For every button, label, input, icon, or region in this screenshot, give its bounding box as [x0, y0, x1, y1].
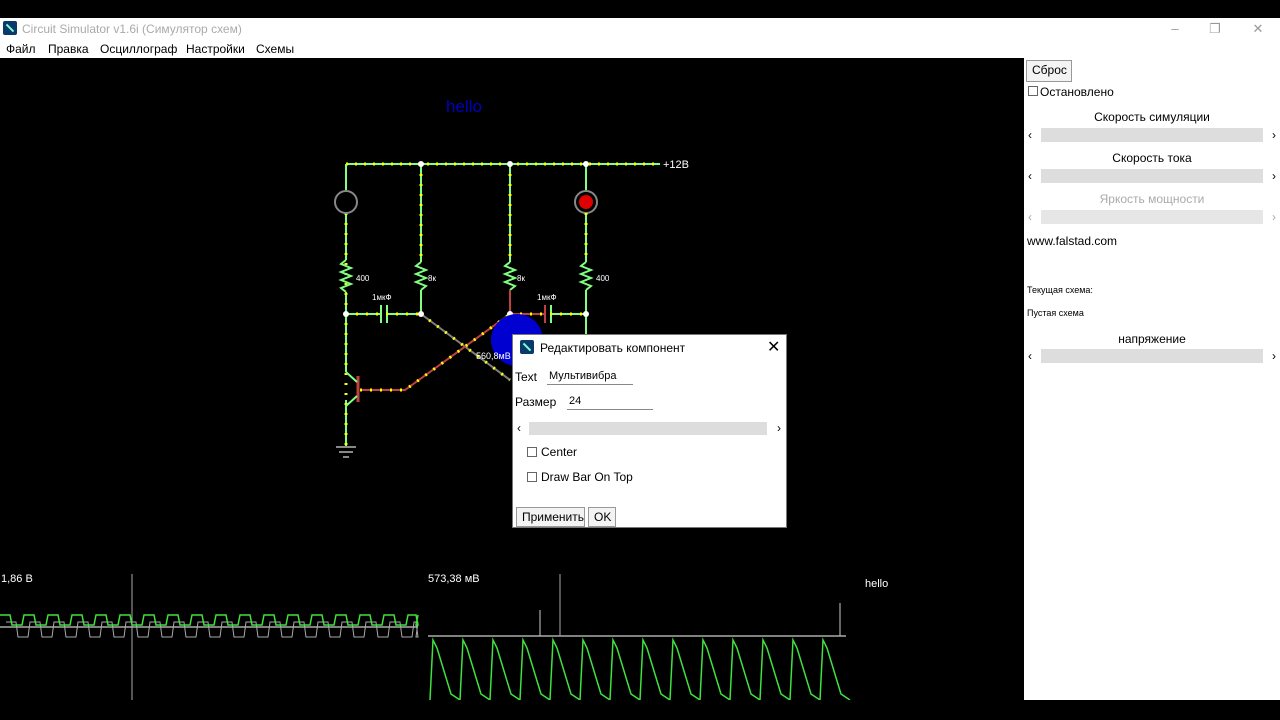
draw-bar-on-top-checkbox[interactable]	[527, 472, 537, 482]
power-brightness-label: Яркость мощности	[1099, 192, 1205, 206]
voltage-slider[interactable]: ‹ ›	[1028, 349, 1276, 363]
size-field-label: Размер	[515, 395, 557, 409]
chevron-right-icon[interactable]: ›	[1272, 169, 1276, 183]
chevron-left-icon: ‹	[1028, 210, 1032, 224]
lamp-left[interactable]	[334, 190, 358, 214]
resistor-label-3: 8к	[517, 274, 525, 283]
resistor-8k-left[interactable]	[413, 261, 429, 291]
resistor-400-right[interactable]	[578, 261, 594, 291]
cap-label-2: 1мкФ	[537, 293, 557, 302]
menu-edit[interactable]: Правка	[48, 42, 89, 56]
ground-symbol[interactable]	[336, 446, 356, 458]
resistor-label-1: 400	[356, 274, 370, 283]
ok-button[interactable]: OK	[588, 507, 616, 527]
hover-voltage: 560,8мВ	[476, 351, 511, 361]
current-speed-slider[interactable]: ‹ ›	[1028, 169, 1276, 183]
title-bar: Circuit Simulator v1.6i (Симулятор схем)…	[0, 18, 1280, 40]
restore-icon[interactable]: ❐	[1195, 19, 1235, 39]
scope-left-value: 1,86 В	[1, 573, 33, 585]
center-checkbox[interactable]	[527, 447, 537, 457]
center-label: Center	[541, 445, 578, 459]
stopped-label: Остановлено	[1040, 85, 1114, 99]
sim-speed-label: Скорость симуляции	[1094, 110, 1210, 124]
menu-circuits[interactable]: Схемы	[256, 42, 294, 56]
scope-right[interactable]	[428, 574, 851, 700]
scope-left[interactable]	[0, 574, 419, 700]
dialog-title: Редактировать компонент	[540, 341, 686, 355]
resistor-label-4: 400	[596, 274, 610, 283]
chevron-right-icon: ›	[1272, 210, 1276, 224]
current-speed-label: Скорость тока	[1112, 151, 1192, 165]
app-icon	[520, 340, 534, 354]
voltage-label: напряжение	[1118, 332, 1186, 346]
scope-text-label: hello	[865, 578, 888, 590]
transistor-left[interactable]	[345, 371, 360, 407]
chevron-right-icon[interactable]: ›	[1272, 349, 1276, 363]
resistor-label-2: 8к	[428, 274, 436, 283]
window-title: Circuit Simulator v1.6i (Симулятор схем)	[22, 22, 242, 36]
draw-bar-on-top-label: Draw Bar On Top	[541, 470, 633, 484]
size-slider[interactable]: ‹ ›	[515, 421, 785, 435]
apply-button[interactable]: Применить	[516, 507, 585, 527]
close-icon[interactable]: ✕	[1238, 19, 1278, 39]
text-input[interactable]	[547, 367, 633, 385]
chevron-left-icon[interactable]: ‹	[517, 421, 521, 435]
scope-right-value: 573,38 мВ	[428, 573, 480, 585]
canvas-hello-text[interactable]: hello	[446, 97, 482, 116]
chevron-left-icon[interactable]: ‹	[1028, 349, 1032, 363]
stopped-checkbox[interactable]	[1028, 86, 1038, 96]
chevron-left-icon[interactable]: ‹	[1028, 128, 1032, 142]
menu-bar: Файл Правка Осциллограф Настройки Схемы	[0, 40, 1280, 58]
cap-label-1: 1мкФ	[372, 293, 392, 302]
menu-options[interactable]: Настройки	[186, 42, 245, 56]
current-circuit-label: Текущая схема:	[1027, 285, 1093, 295]
minimize-icon[interactable]: –	[1155, 19, 1195, 39]
menu-file[interactable]: Файл	[6, 42, 36, 56]
current-circuit-value: Пустая схема	[1027, 308, 1084, 318]
chevron-right-icon[interactable]: ›	[1272, 128, 1276, 142]
close-icon[interactable]: ✕	[767, 337, 780, 357]
sim-speed-slider[interactable]: ‹ ›	[1028, 128, 1276, 142]
site-link[interactable]: www.falstad.com	[1027, 234, 1117, 248]
text-field-label: Text	[515, 370, 538, 384]
resistor-8k-right[interactable]	[502, 261, 518, 291]
app-icon	[3, 21, 17, 35]
supply-label: +12В	[663, 159, 689, 171]
menu-scope[interactable]: Осциллограф	[100, 42, 177, 56]
chevron-right-icon[interactable]: ›	[777, 421, 781, 435]
chevron-left-icon[interactable]: ‹	[1028, 169, 1032, 183]
edit-component-dialog: Редактировать компонент ✕ Text Размер ‹ …	[512, 334, 787, 528]
power-brightness-slider: ‹ ›	[1028, 210, 1276, 224]
size-input[interactable]	[567, 392, 653, 410]
reset-button[interactable]: Сброс	[1026, 60, 1072, 82]
side-panel: Сброс Остановлено Скорость симуляции ‹ ›…	[1024, 58, 1280, 700]
